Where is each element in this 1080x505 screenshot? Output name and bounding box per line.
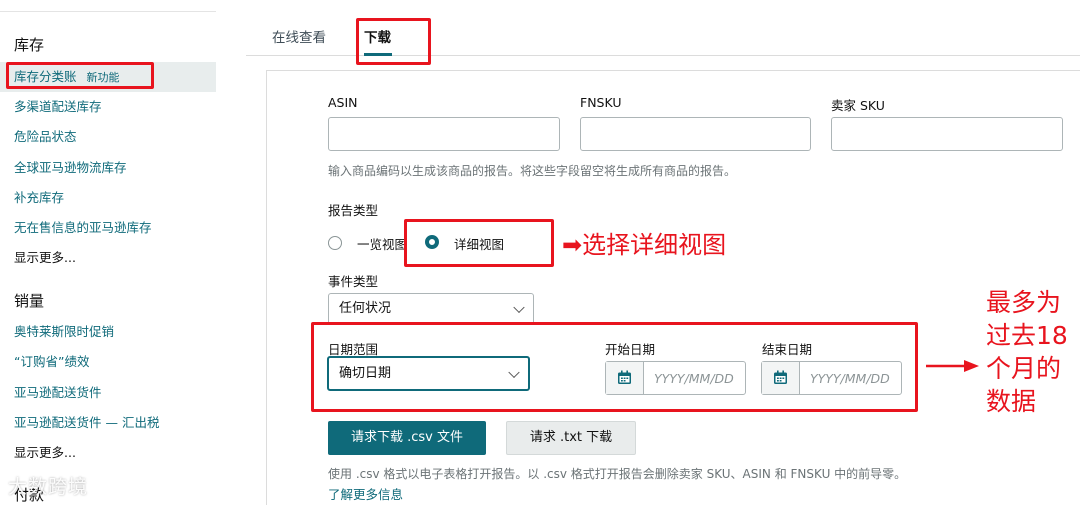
show-more-sales-link[interactable]: 显示更多... xyxy=(0,438,216,468)
annotation-box-download-tab xyxy=(356,18,431,65)
summary-view-label[interactable]: 一览视图 xyxy=(357,234,407,253)
watermark: 大数跨境 xyxy=(8,476,89,498)
sidebar-item-outlet-deals[interactable]: 奥特莱斯限时促销 xyxy=(0,317,216,347)
annotation-arrow-icon xyxy=(926,360,979,372)
sidebar-item-subscribe-save[interactable]: “订购省”绩效 xyxy=(0,347,216,377)
annotation-line: 个月的 xyxy=(986,354,1062,383)
annotation-max-range-note: 最多为 过去18 个月的 数据 xyxy=(986,286,1068,418)
sidebar-item-stranded-inventory[interactable]: 无在售信息的亚马逊库存 xyxy=(0,213,216,243)
seller-sku-input[interactable] xyxy=(831,117,1063,151)
request-txt-download-button[interactable]: 请求 .txt 下载 xyxy=(506,421,636,455)
sidebar-item-restock-inventory[interactable]: 补充库存 xyxy=(0,183,216,213)
report-type-label: 报告类型 xyxy=(328,203,379,218)
event-type-select[interactable]: 任何状况 xyxy=(328,293,534,325)
sidebar-item-fba-shipments-tax[interactable]: 亚马逊配送货件 — 汇出税 xyxy=(0,408,216,438)
summary-view-radio[interactable] xyxy=(328,236,342,250)
fnsku-label: FNSKU xyxy=(580,95,622,110)
identifier-hint: 输入商品编码以生成该商品的报告。将这些字段留空将生成所有商品的报告。 xyxy=(328,164,737,178)
chevron-down-icon xyxy=(513,301,525,314)
annotation-line: 最多为 xyxy=(986,288,1062,317)
annotation-line: 数据 xyxy=(986,387,1037,416)
request-csv-download-button[interactable]: 请求下载 .csv 文件 xyxy=(328,421,486,455)
section-title-inventory: 库存 xyxy=(14,36,45,54)
learn-more-link[interactable]: 了解更多信息 xyxy=(328,484,403,503)
section-title-sales: 销量 xyxy=(14,292,45,310)
asin-label: ASIN xyxy=(328,95,358,110)
fnsku-input[interactable] xyxy=(580,117,811,151)
show-more-inventory-link[interactable]: 显示更多... xyxy=(0,243,216,273)
csv-format-note: 使用 .csv 格式以电子表格打开报告。以 .csv 格式打开报告会删除卖家 S… xyxy=(328,467,907,481)
annotation-box-date-range xyxy=(311,322,918,412)
sidebar-divider xyxy=(0,11,216,12)
sidebar-item-multichannel-inventory[interactable]: 多渠道配送库存 xyxy=(0,92,216,122)
asin-input[interactable] xyxy=(328,117,560,151)
sidebar-item-dangerous-goods[interactable]: 危险品状态 xyxy=(0,122,216,152)
event-type-label: 事件类型 xyxy=(328,274,379,289)
annotation-select-detailed-view: ➡选择详细视图 xyxy=(562,231,727,259)
annotation-box-detailed-view xyxy=(404,219,554,267)
sidebar-item-global-fba-inventory[interactable]: 全球亚马逊物流库存 xyxy=(0,153,216,183)
annotation-box-inventory-ledger xyxy=(6,62,154,89)
annotation-line: 过去18 xyxy=(986,321,1068,350)
seller-sku-label: 卖家 SKU xyxy=(831,98,885,113)
event-type-value: 任何状况 xyxy=(339,301,392,316)
sidebar-item-fba-shipments[interactable]: 亚马逊配送货件 xyxy=(0,378,216,408)
tab-view-online[interactable]: 在线查看 xyxy=(272,26,326,46)
